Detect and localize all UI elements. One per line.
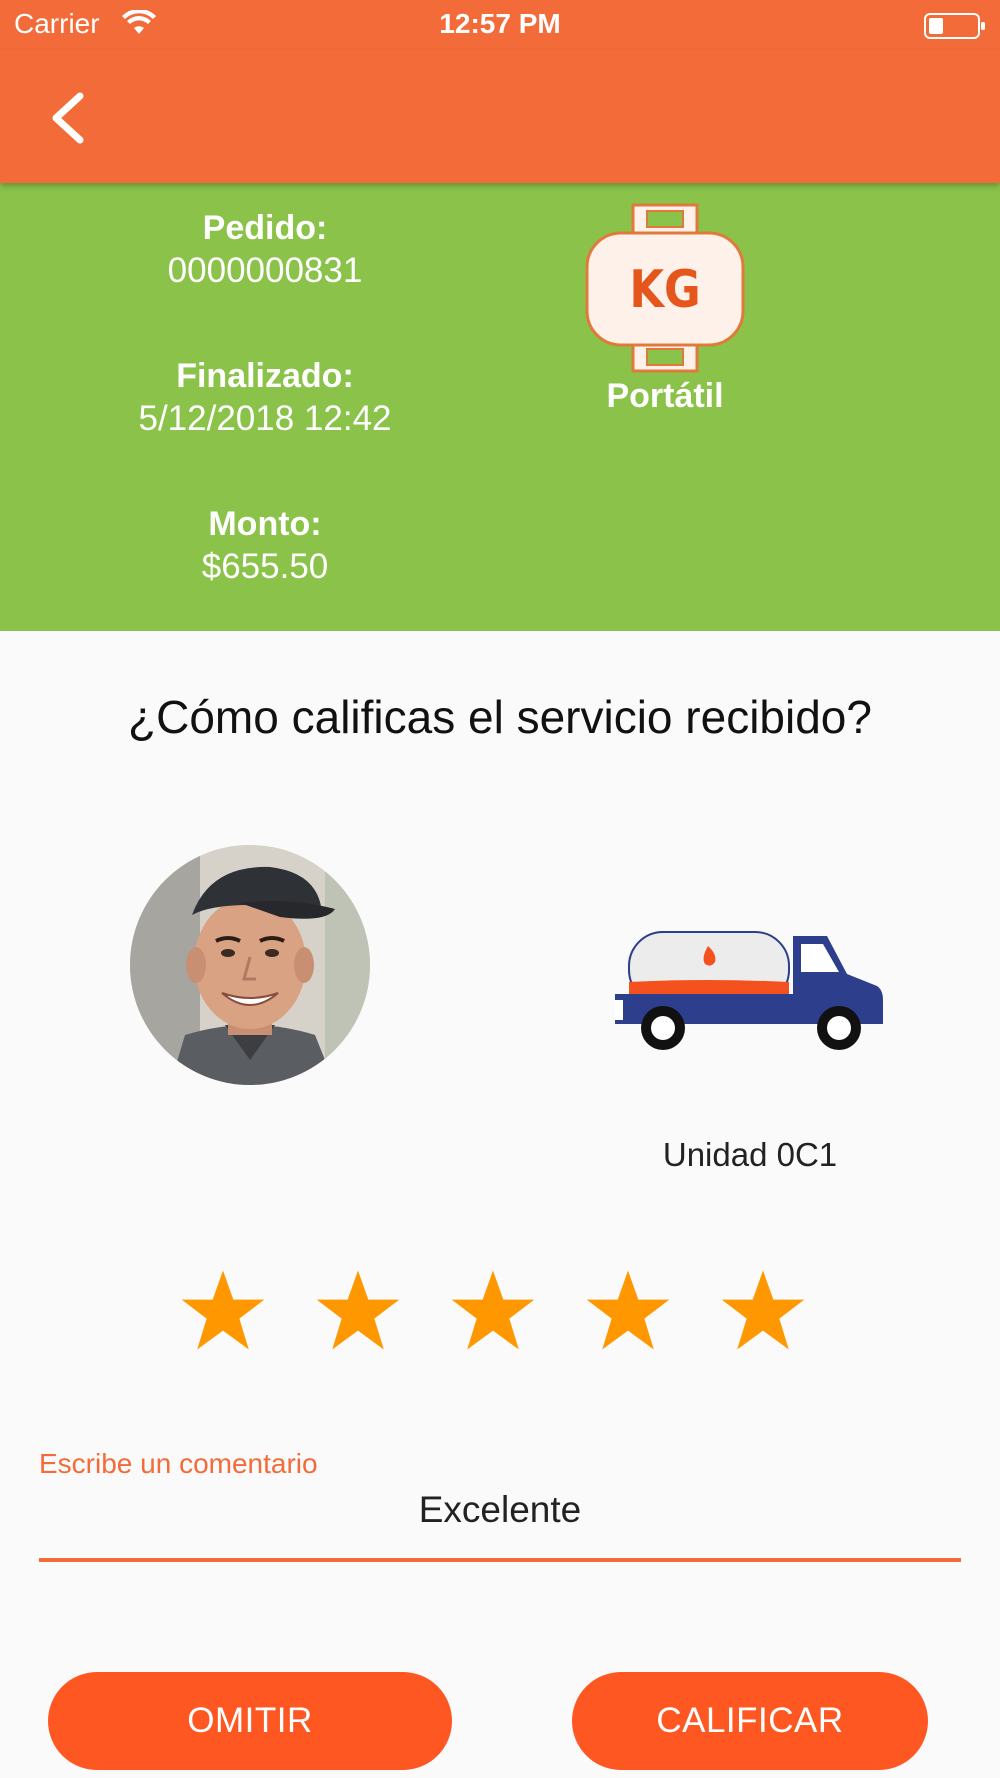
finished-date-value: 5/12/2018 12:42 — [138, 399, 392, 438]
order-summary: Pedido: 0000000831 Finalizado: 5/12/2018… — [0, 183, 1000, 631]
rating-question: ¿Cómo calificas el servicio recibido? — [128, 691, 872, 743]
driver-photo — [130, 845, 370, 1085]
star-4-icon[interactable] — [585, 1268, 671, 1352]
finished-date-label: Finalizado: — [176, 357, 354, 395]
gas-truck-icon — [615, 931, 883, 1050]
order-amount-value: $655.50 — [201, 547, 329, 586]
comment-label: Escribe un comentario — [39, 1448, 318, 1479]
battery-icon — [924, 13, 985, 39]
comment-underline — [39, 1558, 961, 1562]
omit-button[interactable]: OMITIR — [48, 1672, 452, 1770]
rate-button[interactable]: CALIFICAR — [572, 1672, 928, 1770]
order-number: Pedido: 0000000831 — [100, 207, 430, 293]
product-type-label: Portátil — [606, 377, 724, 415]
order-number-label: Pedido: — [202, 209, 328, 247]
nav-bar — [0, 50, 1000, 183]
star-5-icon[interactable] — [720, 1268, 806, 1352]
star-2-icon[interactable] — [315, 1268, 401, 1352]
order-amount-label: Monto: — [208, 505, 322, 543]
gas-cylinder-icon: KG — [585, 203, 745, 373]
finished-date: Finalizado: 5/12/2018 12:42 — [100, 355, 430, 441]
clock: 12:57 PM — [439, 8, 561, 39]
order-amount: Monto: $655.50 — [100, 503, 430, 589]
driver-avatar — [130, 845, 370, 1085]
star-rating — [180, 1268, 820, 1352]
chevron-left-icon[interactable] — [44, 88, 94, 148]
cylinder-kg-text: KG — [629, 260, 700, 320]
order-number-value: 0000000831 — [167, 251, 363, 290]
star-3-icon[interactable] — [450, 1268, 536, 1352]
status-bar: Carrier 12:57 PM — [0, 0, 1000, 50]
unit-label: Unidad 0C1 — [662, 1136, 838, 1173]
star-1-icon[interactable] — [180, 1268, 266, 1352]
comment-input[interactable] — [39, 1482, 961, 1538]
